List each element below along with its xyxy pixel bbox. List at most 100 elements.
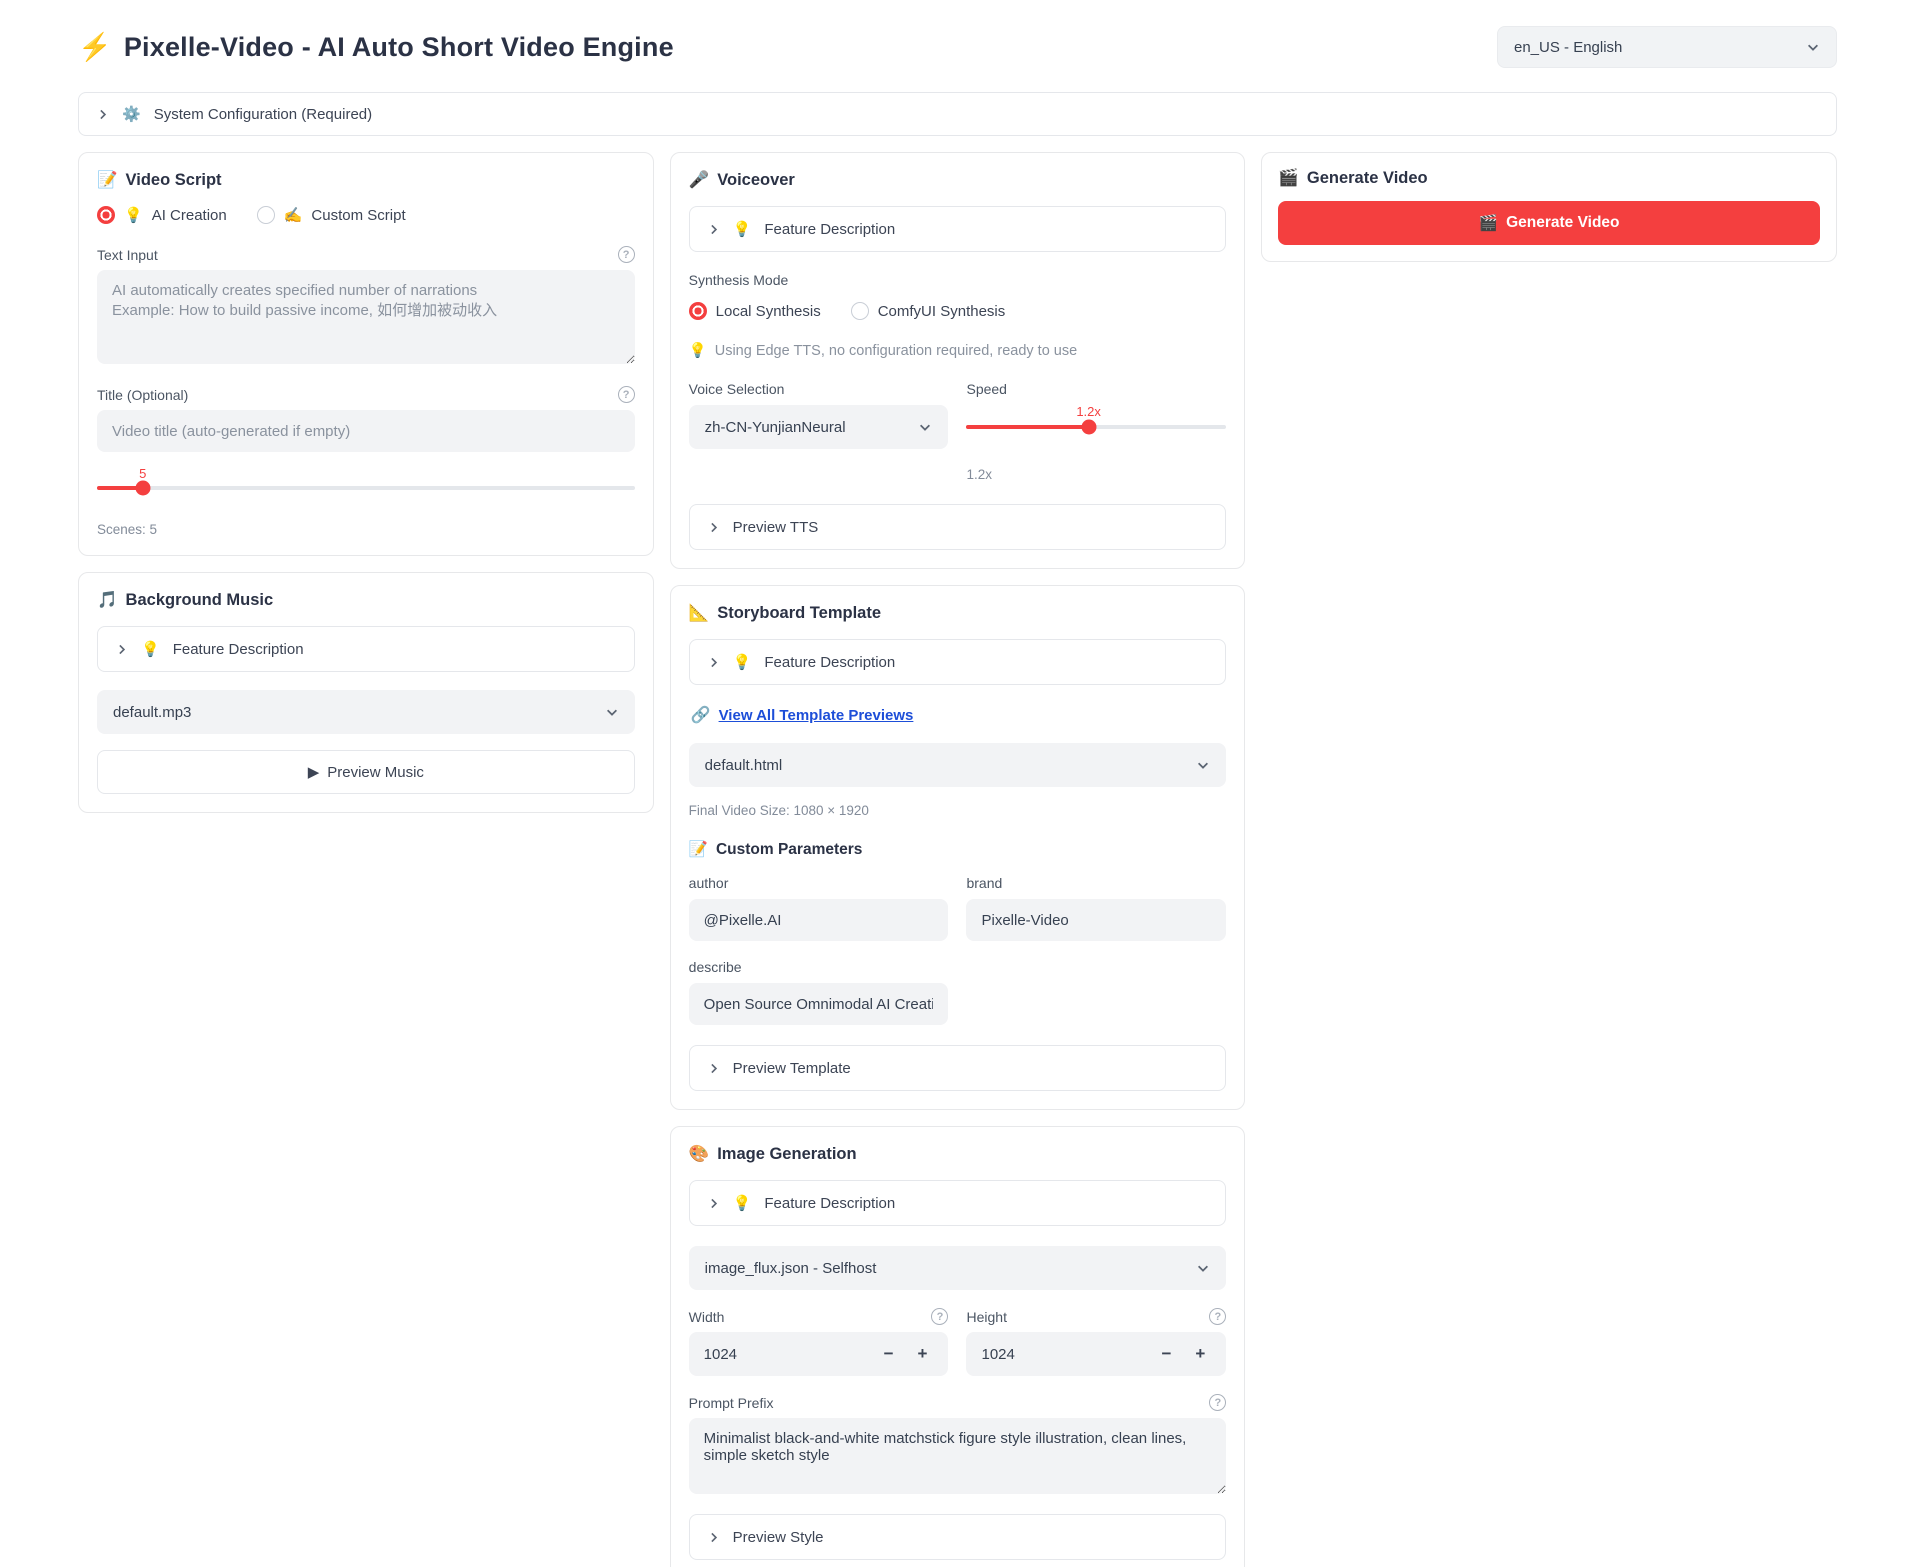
help-icon[interactable]: ? — [931, 1308, 948, 1325]
radio-comfyui-synthesis-label: ComfyUI Synthesis — [878, 303, 1006, 320]
preview-music-button[interactable]: ▶ Preview Music — [97, 750, 635, 794]
chevron-right-icon — [707, 1531, 720, 1544]
describe-input[interactable] — [689, 983, 949, 1025]
tts-tip-text: Using Edge TTS, no configuration require… — [715, 343, 1077, 359]
palette-icon: 🎨 — [689, 1145, 710, 1164]
speed-slider-thumb[interactable] — [1081, 420, 1096, 435]
language-select[interactable]: en_US - English — [1497, 26, 1837, 68]
radio-local-synthesis[interactable]: Local Synthesis — [689, 302, 821, 320]
image-feature-description-accordion[interactable]: 💡 Feature Description — [689, 1180, 1227, 1226]
clapper-icon: 🎬 — [1278, 169, 1299, 188]
bulb-icon: 💡 — [124, 206, 143, 224]
describe-label: describe — [689, 959, 949, 975]
storyboard-feature-description-label: Feature Description — [764, 654, 895, 671]
chevron-right-icon — [707, 1197, 720, 1210]
preview-tts-accordion[interactable]: Preview TTS — [689, 504, 1227, 550]
radio-ai-creation[interactable]: 💡 AI Creation — [97, 206, 227, 224]
language-select-value: en_US - English — [1514, 39, 1622, 56]
speed-caption: 1.2x — [966, 467, 1226, 482]
width-decrement-button[interactable]: − — [878, 1344, 900, 1364]
background-music-title: 🎵 Background Music — [97, 591, 635, 610]
voice-selection-dropdown[interactable]: zh-CN-YunjianNeural — [689, 405, 949, 449]
link-icon: 🔗 — [691, 705, 711, 725]
chevron-right-icon — [707, 1062, 720, 1075]
prompt-prefix-label: Prompt Prefix — [689, 1395, 774, 1411]
image-workflow-dropdown-value: image_flux.json - Selfhost — [705, 1260, 877, 1277]
width-value[interactable]: 1024 — [704, 1346, 878, 1363]
height-stepper: 1024 − + — [966, 1332, 1226, 1376]
scenes-slider-wrap: 5 — [97, 486, 635, 490]
preview-style-accordion[interactable]: Preview Style — [689, 1514, 1227, 1560]
bulb-icon: 💡 — [733, 653, 752, 671]
column-right: 🎬 Generate Video 🎬 Generate Video — [1261, 152, 1837, 262]
page-title-text: Pixelle-Video - AI Auto Short Video Engi… — [124, 32, 674, 63]
preview-template-accordion[interactable]: Preview Template — [689, 1045, 1227, 1091]
system-configuration-accordion[interactable]: ⚙️ System Configuration (Required) — [78, 92, 1837, 136]
height-increment-button[interactable]: + — [1189, 1344, 1211, 1364]
author-label: author — [689, 875, 949, 891]
help-icon[interactable]: ? — [1209, 1394, 1226, 1411]
help-icon[interactable]: ? — [618, 386, 635, 403]
brand-input[interactable] — [966, 899, 1226, 941]
preview-template-label: Preview Template — [733, 1060, 851, 1077]
view-all-template-previews-link[interactable]: View All Template Previews — [719, 707, 914, 724]
radio-comfyui-synthesis[interactable]: ComfyUI Synthesis — [851, 302, 1006, 320]
generate-video-button-label: Generate Video — [1506, 214, 1619, 232]
column-middle: 🎤 Voiceover 💡 Feature Description Synthe… — [670, 152, 1246, 1567]
speed-slider[interactable] — [966, 425, 1226, 429]
text-input-label: Text Input — [97, 247, 158, 263]
storyboard-template-card: 📐 Storyboard Template 💡 Feature Descript… — [670, 585, 1246, 1110]
voiceover-feature-description-accordion[interactable]: 💡 Feature Description — [689, 206, 1227, 252]
speed-slider-wrap: 1.2x — [966, 405, 1226, 449]
video-title-input[interactable] — [97, 410, 635, 452]
template-dropdown[interactable]: default.html — [689, 743, 1227, 787]
help-icon[interactable]: ? — [618, 246, 635, 263]
synthesis-mode-label: Synthesis Mode — [689, 272, 1227, 288]
image-generation-title: 🎨 Image Generation — [689, 1145, 1227, 1164]
voice-selection-label: Voice Selection — [689, 381, 949, 397]
system-configuration-label: System Configuration (Required) — [154, 106, 372, 123]
memo-icon: 📝 — [689, 840, 708, 859]
ruler-icon: 📐 — [689, 604, 710, 623]
prompt-prefix-textarea[interactable] — [689, 1418, 1227, 1494]
storyboard-feature-description-accordion[interactable]: 💡 Feature Description — [689, 639, 1227, 685]
topbar: ⚡ Pixelle-Video - AI Auto Short Video En… — [78, 26, 1837, 68]
chevron-right-icon — [707, 656, 720, 669]
preview-music-label: Preview Music — [327, 764, 424, 781]
chevron-right-icon — [707, 223, 720, 236]
author-input[interactable] — [689, 899, 949, 941]
chevron-down-icon — [605, 705, 619, 719]
gear-icon: ⚙️ — [122, 105, 141, 123]
radio-custom-script[interactable]: ✍️ Custom Script — [257, 206, 406, 224]
width-increment-button[interactable]: + — [912, 1344, 934, 1364]
help-icon[interactable]: ? — [1209, 1308, 1226, 1325]
chevron-down-icon — [1196, 1261, 1210, 1275]
width-stepper: 1024 − + — [689, 1332, 949, 1376]
radio-unselected-icon — [851, 302, 869, 320]
scenes-slider-thumb[interactable] — [135, 481, 150, 496]
chevron-down-icon — [1806, 40, 1820, 54]
background-music-card: 🎵 Background Music 💡 Feature Description… — [78, 572, 654, 813]
radio-unselected-icon — [257, 206, 275, 224]
width-label: Width — [689, 1309, 725, 1325]
scenes-slider[interactable] — [97, 486, 635, 490]
script-mode-radio-group: 💡 AI Creation ✍️ Custom Script — [97, 206, 635, 224]
bulb-icon: 💡 — [733, 1194, 752, 1212]
music-dropdown[interactable]: default.mp3 — [97, 690, 635, 734]
music-feature-description-accordion[interactable]: 💡 Feature Description — [97, 626, 635, 672]
chevron-right-icon — [707, 521, 720, 534]
microphone-icon: 🎤 — [689, 171, 710, 190]
music-dropdown-value: default.mp3 — [113, 704, 191, 721]
video-script-title: 📝 Video Script — [97, 171, 635, 190]
height-decrement-button[interactable]: − — [1155, 1344, 1177, 1364]
text-input-textarea[interactable] — [97, 270, 635, 364]
video-script-card: 📝 Video Script 💡 AI Creation ✍️ Custom S… — [78, 152, 654, 556]
preview-style-label: Preview Style — [733, 1529, 824, 1546]
synthesis-mode-radio-group: Local Synthesis ComfyUI Synthesis — [689, 302, 1227, 320]
music-feature-description-label: Feature Description — [173, 641, 304, 658]
height-value[interactable]: 1024 — [981, 1346, 1155, 1363]
writing-hand-icon: ✍️ — [284, 206, 303, 224]
image-workflow-dropdown[interactable]: image_flux.json - Selfhost — [689, 1246, 1227, 1290]
final-video-size: Final Video Size: 1080 × 1920 — [689, 803, 1227, 818]
generate-video-button[interactable]: 🎬 Generate Video — [1278, 201, 1820, 245]
